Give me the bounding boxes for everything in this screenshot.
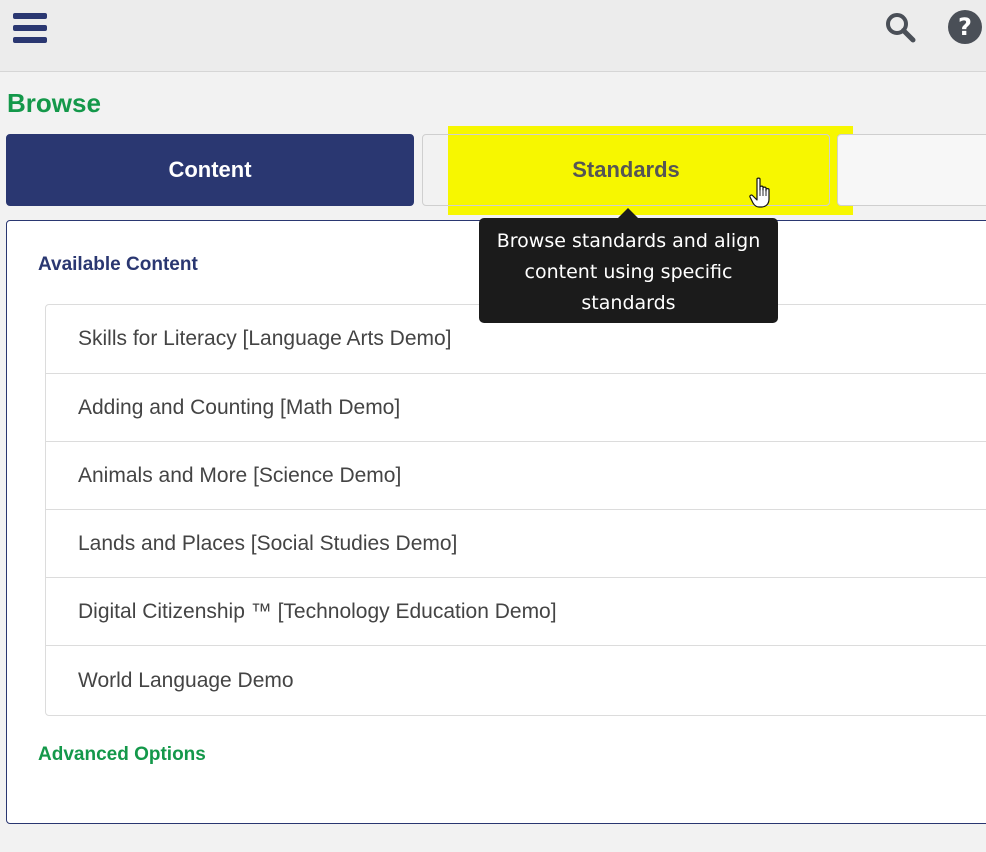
list-item[interactable]: Lands and Places [Social Studies Demo]: [46, 509, 986, 577]
tab-content[interactable]: Content: [6, 134, 414, 206]
list-item[interactable]: Animals and More [Science Demo]: [46, 441, 986, 509]
svg-text:?: ?: [958, 13, 972, 41]
list-item[interactable]: Digital Citizenship ™ [Technology Educat…: [46, 577, 986, 645]
available-content-heading: Available Content: [38, 254, 198, 275]
advanced-options-link[interactable]: Advanced Options: [38, 744, 206, 766]
search-icon[interactable]: [884, 11, 916, 43]
hand-cursor-icon: [749, 177, 770, 208]
tab-third[interactable]: [837, 134, 986, 206]
content-list: Skills for Literacy [Language Arts Demo]…: [45, 304, 986, 716]
help-circle-icon[interactable]: ?: [947, 9, 983, 45]
tooltip-arrow: [618, 208, 638, 218]
list-item[interactable]: Adding and Counting [Math Demo]: [46, 373, 986, 441]
list-item[interactable]: World Language Demo: [46, 645, 986, 715]
top-bar: ?: [0, 0, 986, 72]
hamburger-menu-icon[interactable]: [13, 13, 47, 45]
standards-tooltip: Browse standards and align content using…: [479, 218, 778, 323]
page-title: Browse: [7, 88, 101, 118]
